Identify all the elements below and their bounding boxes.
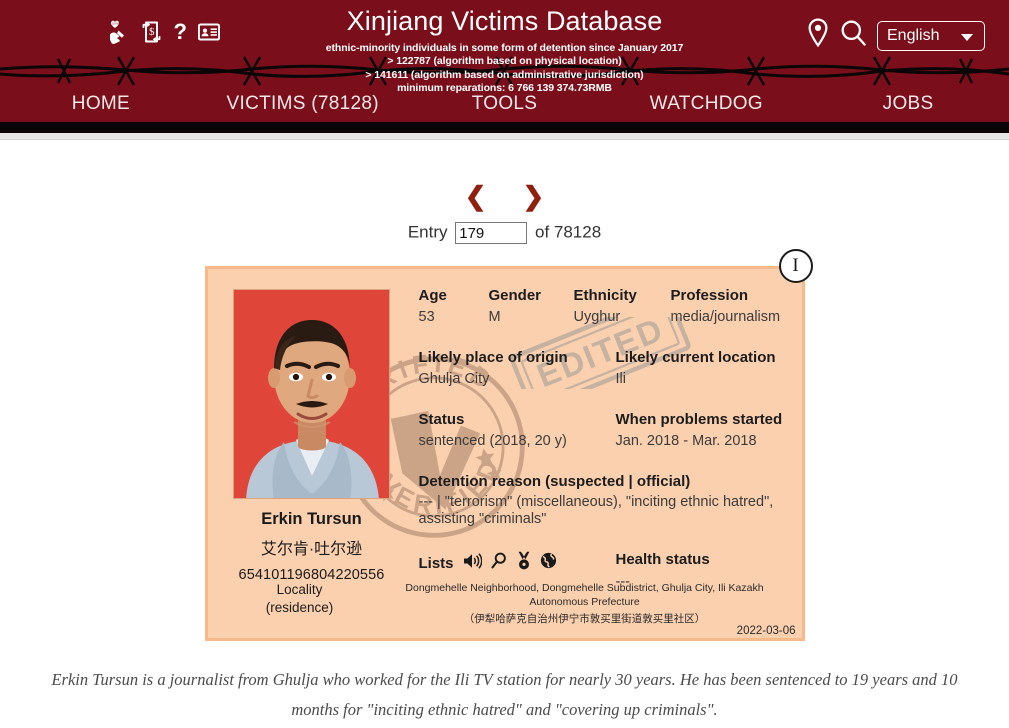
svg-text:DONATE: DONATE bbox=[112, 22, 123, 26]
profession-value: media/journalism bbox=[670, 309, 781, 325]
lists-group: Lists bbox=[419, 551, 616, 575]
main-content: ❮ ❯ Entry of 78128 VERIFIED bbox=[0, 183, 1009, 728]
ethnicity-value: Uyghur bbox=[573, 309, 621, 325]
victim-name: Erkin Tursun bbox=[261, 510, 362, 528]
locality-value-english: Dongmehelle Neighborhood, Dongmehelle Su… bbox=[405, 582, 764, 608]
origin-value: Ghulja City bbox=[418, 371, 490, 387]
donate-hand-heart-icon[interactable]: DONATE bbox=[108, 20, 130, 49]
audio-speaker-icon[interactable] bbox=[463, 552, 482, 574]
gender-value: M bbox=[488, 309, 501, 325]
header-bottom-bar bbox=[0, 122, 1009, 133]
entry-total-label: of 78128 bbox=[534, 222, 602, 242]
page-top-strip bbox=[0, 133, 1009, 140]
card-updated-date: 2022-03-06 bbox=[736, 625, 796, 637]
entry-number-input[interactable] bbox=[455, 222, 528, 244]
status-label: Status bbox=[418, 411, 465, 428]
nav-jobs[interactable]: JOBS bbox=[807, 93, 1009, 115]
ethnicity-label: Ethnicity bbox=[573, 287, 637, 304]
header-subline-2: > 141611 (algorithm based on administrat… bbox=[365, 68, 644, 81]
info-badge-button[interactable]: I bbox=[778, 249, 813, 283]
detention-reason-value: --- | "terrorism" (miscellaneous), "inci… bbox=[418, 494, 774, 527]
age-label: Age bbox=[418, 287, 447, 304]
victim-basic-fields: Age Gender Ethnicity Profession 53 M Uyg… bbox=[419, 287, 784, 325]
site-header: DONATE $ ? Xinjiang Victims Database eth… bbox=[0, 0, 1009, 133]
language-select[interactable]: English bbox=[877, 20, 985, 51]
main-navigation: HOME VICTIMS (78128) TOOLS WATCHDOG JOBS bbox=[0, 86, 1009, 122]
search-icon[interactable] bbox=[839, 18, 867, 53]
header-tools: English bbox=[807, 18, 985, 53]
locality-label-line1: Locality bbox=[276, 582, 323, 597]
medal-icon[interactable] bbox=[517, 551, 531, 575]
victim-name-chinese: 艾尔肯·吐尔逊 bbox=[260, 541, 363, 558]
nav-victims[interactable]: VICTIMS (78128) bbox=[202, 93, 404, 115]
magnifier-icon[interactable] bbox=[490, 552, 508, 574]
gender-label: Gender bbox=[488, 287, 542, 304]
entry-counter: Entry of 78128 bbox=[0, 222, 1009, 244]
nav-watchdog[interactable]: WATCHDOG bbox=[605, 93, 807, 115]
lists-label: Lists bbox=[418, 554, 454, 572]
entry-pager-arrows: ❮ ❯ bbox=[0, 183, 1009, 209]
money-transfer-icon[interactable]: $ bbox=[141, 20, 162, 49]
header-subline-1: > 122787 (algorithm based on physical lo… bbox=[387, 55, 622, 68]
nav-tools[interactable]: TOOLS bbox=[404, 93, 606, 115]
victim-card-wrapper: VERIFIED VERIFIED EDITED Erkin Tursun 艾尔… bbox=[204, 249, 813, 641]
language-select-value: English bbox=[887, 26, 940, 44]
prev-entry-button[interactable]: ❮ bbox=[465, 183, 487, 209]
victim-location-fields: Likely place of origin Likely current lo… bbox=[419, 349, 784, 387]
locality-label-line2: (residence) bbox=[265, 600, 334, 615]
problems-started-value: Jan. 2018 - Mar. 2018 bbox=[615, 433, 757, 449]
origin-label: Likely place of origin bbox=[418, 349, 568, 366]
svg-text:?: ? bbox=[174, 20, 187, 44]
current-location-value: Ili bbox=[615, 371, 626, 387]
header-icon-group: DONATE $ ? bbox=[108, 19, 221, 49]
contact-card-icon[interactable] bbox=[197, 23, 221, 46]
help-question-icon[interactable]: ? bbox=[173, 19, 187, 49]
globe-icon[interactable] bbox=[540, 552, 557, 574]
detention-reason-block: Detention reason (suspected | official) … bbox=[419, 473, 784, 528]
age-value: 53 bbox=[418, 309, 435, 325]
health-status-label: Health status bbox=[615, 551, 710, 568]
chevron-down-icon bbox=[961, 33, 973, 41]
status-value: sentenced (2018, 20 y) bbox=[418, 433, 567, 449]
barbed-wire-divider bbox=[0, 56, 1009, 86]
locality-row: Locality (residence) Dongmehelle Neighbo… bbox=[208, 581, 802, 626]
victim-status-fields: Status When problems started sentenced (… bbox=[419, 411, 784, 449]
locality-value-chinese: （伊犁哈萨克自治州伊宁市敦买里街道敦买里社区） bbox=[463, 613, 706, 625]
problems-started-label: When problems started bbox=[615, 411, 783, 428]
current-location-label: Likely current location bbox=[615, 349, 776, 366]
nav-home[interactable]: HOME bbox=[0, 93, 202, 115]
victim-card: VERIFIED VERIFIED EDITED Erkin Tursun 艾尔… bbox=[204, 266, 805, 641]
next-entry-button[interactable]: ❯ bbox=[523, 183, 545, 209]
detention-reason-label: Detention reason (suspected | official) bbox=[418, 473, 691, 490]
profession-label: Profession bbox=[670, 287, 749, 304]
location-pin-icon[interactable] bbox=[807, 18, 829, 53]
svg-text:$: $ bbox=[149, 26, 155, 38]
victim-photo bbox=[233, 289, 390, 499]
entry-label: Entry bbox=[407, 222, 448, 242]
locality-value: Dongmehelle Neighborhood, Dongmehelle Su… bbox=[384, 581, 792, 626]
victim-caption: Erkin Tursun is a journalist from Ghulja… bbox=[51, 670, 958, 719]
locality-label: Locality (residence) bbox=[216, 581, 384, 626]
